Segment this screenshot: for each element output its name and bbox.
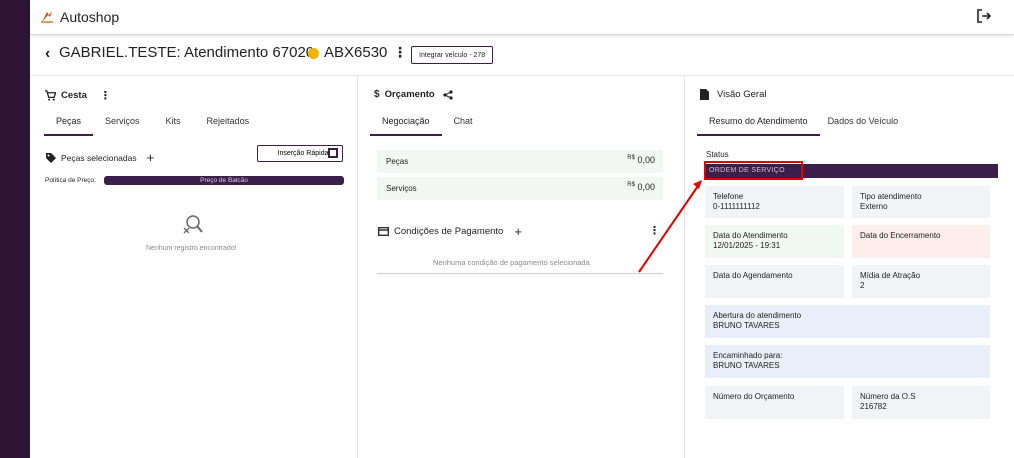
card-value: 2: [860, 281, 865, 290]
divider: [30, 75, 1014, 76]
budget-row: Peças R$ 0,00: [377, 150, 663, 173]
tag-icon: [46, 152, 56, 163]
card-label: Abertura do atendimento: [713, 311, 802, 320]
card-label: Data do Atendimento: [713, 231, 788, 240]
currency-symbol: R$: [627, 182, 635, 188]
tab-resumo[interactable]: Resumo do Atendimento: [697, 116, 820, 136]
opening-card: Abertura do atendimento BRUNO TAVARES: [705, 305, 990, 338]
orcamento-tabs: Negociação Chat: [370, 116, 485, 136]
amount: 0,00: [637, 155, 655, 165]
status-dot: [308, 48, 319, 59]
kebab-menu-icon[interactable]: ⋮: [649, 224, 660, 237]
cesta-header: Cesta ⋮: [45, 89, 111, 102]
budget-row-value: R$ 0,00: [627, 182, 655, 192]
price-policy-select[interactable]: Preço de Balcão: [104, 176, 344, 185]
orcamento-title: Orçamento: [384, 89, 435, 100]
card-value: 12/01/2025 - 19:31: [713, 241, 781, 250]
card-label: Número da O.S: [860, 392, 916, 401]
card-value: BRUNO TAVARES: [713, 361, 780, 370]
tab-servicos[interactable]: Serviços: [93, 116, 152, 136]
share-icon[interactable]: [443, 89, 453, 100]
price-policy-label: Política de Preço:: [45, 177, 96, 184]
payment-conditions-empty: Nenhuma condição de pagamento selecionad…: [433, 258, 590, 267]
amount: 0,00: [637, 182, 655, 192]
left-sidebar: [0, 0, 30, 458]
visao-header: Visão Geral: [700, 89, 766, 100]
panel-divider: [684, 76, 685, 458]
quick-insert-button[interactable]: Inserção Rápida: [257, 145, 343, 162]
card-label: Encaminhado para:: [713, 351, 783, 360]
budget-number-card: Número do Orçamento: [705, 386, 844, 419]
card-value: 216782: [860, 402, 887, 411]
visao-tabs: Resumo do Atendimento Dados do Veículo: [697, 116, 910, 136]
selected-parts-label: Peças selecionadas: [61, 152, 137, 163]
card-value: BRUNO TAVARES: [713, 321, 780, 330]
tab-chat[interactable]: Chat: [442, 116, 485, 136]
attraction-media-card: Mídia de Atração 2: [852, 265, 990, 298]
service-date-card: Data do Atendimento 12/01/2025 - 19:31: [705, 225, 844, 258]
forwarded-card: Encaminhado para: BRUNO TAVARES: [705, 345, 990, 378]
cesta-tabs: Peças Serviços Kits Rejeitados: [44, 116, 261, 136]
tab-kits[interactable]: Kits: [152, 116, 195, 136]
closing-date-card: Data do Encerramento: [852, 225, 990, 258]
tab-negociacao[interactable]: Negociação: [370, 116, 442, 136]
budget-row-value: R$ 0,00: [627, 155, 655, 165]
card-label: Data do Agendamento: [713, 271, 793, 280]
budget-row: Serviços R$ 0,00: [377, 177, 663, 200]
panel-divider: [357, 76, 358, 458]
vehicle-plate: ABX6530: [324, 44, 388, 61]
kebab-menu-icon[interactable]: ⋮: [393, 44, 407, 61]
divider: [377, 273, 663, 274]
visao-title: Visão Geral: [717, 89, 767, 100]
tab-pecas[interactable]: Peças: [44, 116, 94, 136]
card-value: Externo: [860, 202, 888, 211]
logout-icon[interactable]: [976, 8, 992, 24]
card-label: Número do Orçamento: [713, 392, 795, 401]
page-header: ‹ GABRIEL.TESTE: Atendimento 67020 ABX65…: [30, 40, 1014, 70]
kebab-menu-icon[interactable]: ⋮: [100, 89, 111, 102]
quick-insert-label: Inserção Rápida: [277, 149, 329, 157]
card-label: Telefone: [713, 192, 744, 201]
card-label: Data do Encerramento: [860, 231, 941, 240]
top-app-bar: Autoshop: [30, 0, 1014, 35]
document-icon: [700, 89, 709, 100]
plus-icon[interactable]: +: [147, 150, 155, 165]
schedule-date-card: Data do Agendamento: [705, 265, 844, 298]
currency-symbol: R$: [627, 155, 635, 161]
phone-card: Telefone 0-1111111112: [705, 186, 844, 218]
status-value: ORDEM DE SERVIÇO: [704, 161, 803, 180]
payment-conditions-title: Condições de Pagamento: [394, 226, 504, 237]
qr-icon: [328, 148, 338, 158]
service-type-card: Tipo atendimento Externo: [852, 186, 990, 218]
tab-rejeitados[interactable]: Rejeitados: [195, 116, 262, 136]
integrate-vehicle-button[interactable]: Integrar veículo - 278: [411, 46, 494, 64]
empty-message: Nenhum registro encontrado!: [146, 245, 237, 252]
page-title: GABRIEL.TESTE: Atendimento 67020: [59, 44, 315, 61]
tab-dados-veiculo[interactable]: Dados do Veículo: [820, 116, 911, 136]
budget-row-label: Peças: [386, 157, 409, 166]
orcamento-header: $ Orçamento: [374, 89, 453, 100]
selected-parts-header: Peças selecionadas +: [46, 150, 154, 165]
search-empty-icon: [183, 215, 203, 234]
cart-icon: [45, 90, 56, 101]
dollar-icon: $: [374, 89, 380, 100]
chevron-left-icon[interactable]: ‹: [45, 45, 50, 63]
logo-icon: [41, 11, 53, 23]
card-label: Mídia de Atração: [860, 271, 921, 280]
status-label: Status: [706, 150, 729, 159]
os-number-card: Número da O.S 216782: [852, 386, 990, 419]
card-icon: [378, 227, 389, 236]
payment-conditions-header: Condições de Pagamento +: [378, 224, 522, 239]
cesta-title: Cesta: [61, 90, 87, 101]
app-title: Autoshop: [60, 9, 120, 25]
card-label: Tipo atendimento: [860, 192, 922, 201]
plus-icon[interactable]: +: [514, 224, 522, 239]
card-value: 0-1111111112: [713, 202, 760, 211]
budget-row-label: Serviços: [386, 184, 417, 193]
